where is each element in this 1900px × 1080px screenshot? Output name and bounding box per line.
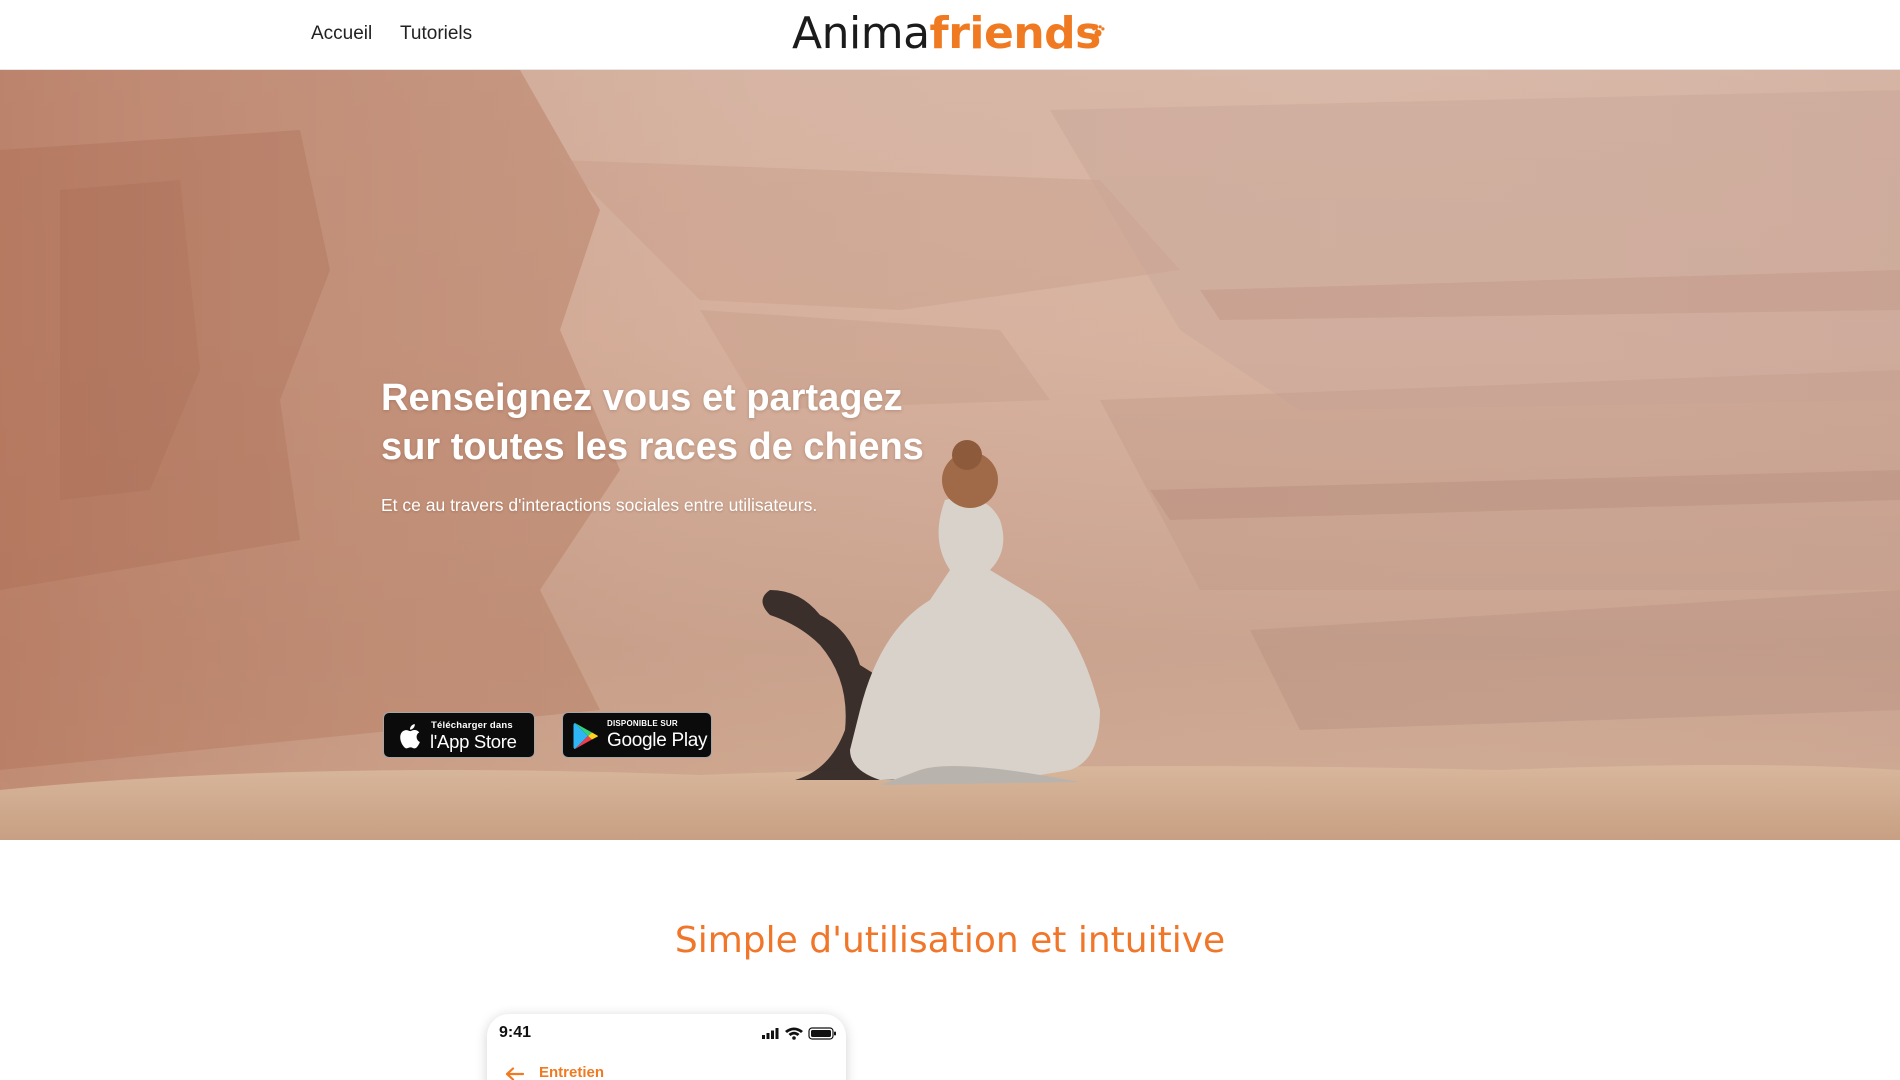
paw-icon (1092, 25, 1105, 37)
google-play-label: Google Play (607, 730, 708, 751)
app-store-label: l'App Store (430, 731, 517, 752)
phone-status-icons (762, 1027, 836, 1040)
hero-section: Renseignez vous et partagez sur toutes l… (0, 70, 1900, 840)
nav-link-accueil[interactable]: Accueil (311, 23, 372, 45)
hero-subtitle: Et ce au travers d'interactions sociales… (381, 495, 818, 515)
battery-icon (808, 1027, 836, 1040)
hero-title-line-1: Renseignez vous et partagez (381, 377, 903, 419)
back-arrow-icon[interactable] (505, 1067, 525, 1080)
phone-status-time: 9:41 (499, 1024, 532, 1041)
google-play-icon (573, 723, 598, 749)
apple-icon (400, 724, 420, 749)
google-play-small-text: DISPONIBLE SUR (607, 719, 678, 728)
site-header: Accueil Tutoriels Animafriends (0, 0, 1900, 70)
logo-text-friends: friends (929, 8, 1102, 59)
wifi-icon (785, 1027, 803, 1040)
google-play-button[interactable]: DISPONIBLE SUR Google Play (562, 712, 712, 758)
signal-icon (762, 1028, 779, 1039)
hero-title-line-2: sur toutes les races de chiens (381, 426, 924, 468)
app-store-small-text: Télécharger dans (431, 720, 513, 731)
nav-link-tutoriels[interactable]: Tutoriels (400, 23, 472, 45)
features-section-title: Simple d'utilisation et intuitive (674, 920, 1226, 961)
site-logo[interactable]: Animafriends (792, 8, 1105, 60)
phone-screen-title: Entretien (539, 1064, 605, 1080)
hero-title: Renseignez vous et partagez sur toutes l… (381, 374, 1081, 472)
app-store-button[interactable]: Télécharger dans l'App Store (383, 712, 535, 758)
phone-mockup: 9:41 Entretien (487, 1014, 846, 1080)
logo-text-anima: Anima (792, 8, 930, 59)
